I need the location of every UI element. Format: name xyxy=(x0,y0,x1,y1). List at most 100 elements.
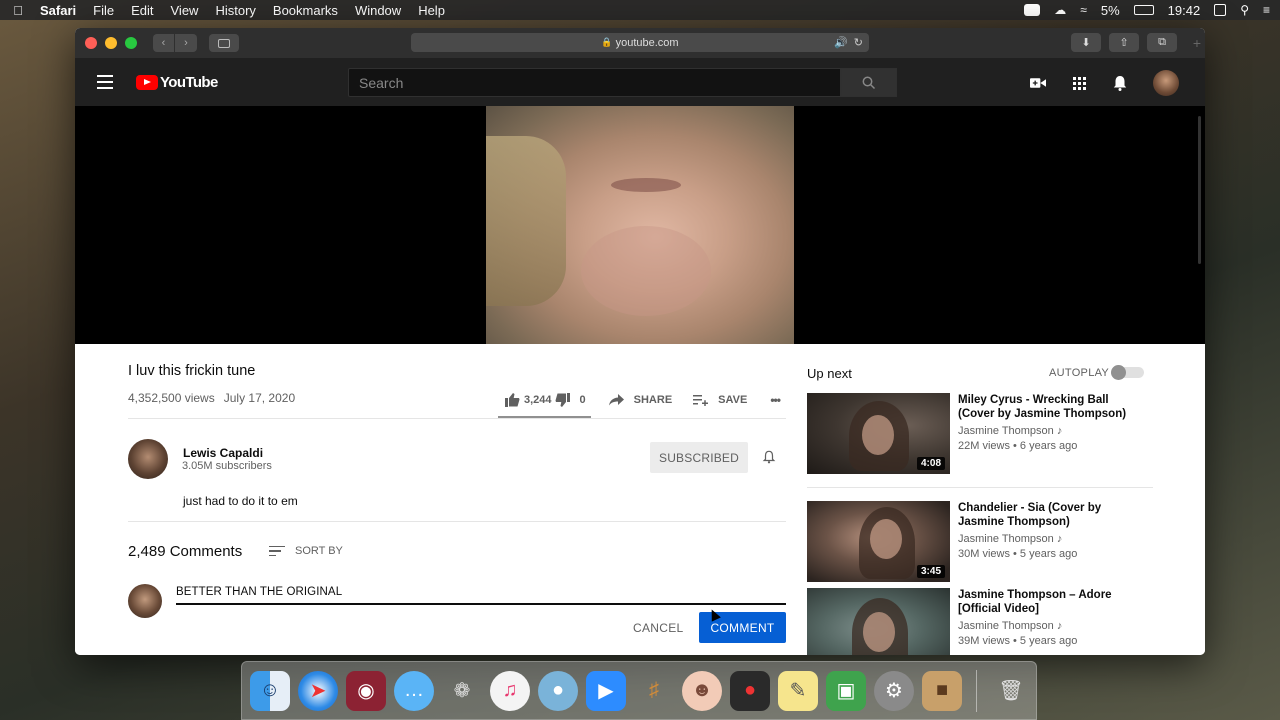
video-title: I luv this frickin tune xyxy=(128,363,256,379)
youtube-logo-text: YouTube xyxy=(160,73,218,91)
apple-menu-icon[interactable]:  xyxy=(10,3,26,18)
forward-button[interactable]: › xyxy=(175,34,197,52)
cancel-button[interactable]: CANCEL xyxy=(633,621,683,635)
menu-file[interactable]: File xyxy=(93,3,114,18)
tabs-overview-button[interactable]: ⧉ xyxy=(1147,33,1177,52)
face-icon[interactable]: ☻ xyxy=(682,670,722,711)
menu-edit[interactable]: Edit xyxy=(131,3,153,18)
sidebar-toggle-button[interactable] xyxy=(209,34,239,52)
channel-name[interactable]: Lewis Capaldi xyxy=(183,446,263,460)
preview-icon[interactable]: ▣ xyxy=(826,670,866,711)
lock-icon: 🔒 xyxy=(601,37,613,47)
menubar-status-area: ☁ ≈ 5% 19:42 ⚲ ≡ xyxy=(1024,3,1270,18)
recommendation-title[interactable]: Chandelier - Sia (Cover by Jasmine Thomp… xyxy=(958,501,1138,529)
battery-percent[interactable]: 5% xyxy=(1101,3,1120,18)
recommendation-channel: Jasmine Thompson ♪ xyxy=(958,620,1063,632)
sort-icon xyxy=(269,545,285,557)
share-button[interactable]: SHARE xyxy=(608,394,672,406)
sort-by-button[interactable]: SORT BY xyxy=(269,545,343,557)
downloads-button[interactable]: ⬇ xyxy=(1071,33,1101,52)
video-thumbnail[interactable]: 4:08 xyxy=(807,393,950,474)
recommendation-title[interactable]: Jasmine Thompson – Adore [Official Video… xyxy=(958,588,1138,616)
audio-playing-icon[interactable]: 🔊 xyxy=(834,36,848,49)
spotlight-icon[interactable]: ⚲ xyxy=(1240,3,1249,17)
recommendation-title[interactable]: Miley Cyrus - Wrecking Ball (Cover by Ja… xyxy=(958,393,1138,421)
tree-icon[interactable]: ❁ xyxy=(442,671,482,711)
history-navigation: ‹ › xyxy=(153,34,197,52)
calendar-icon[interactable] xyxy=(1214,4,1227,16)
creative-cloud-icon[interactable]: ☁ xyxy=(1054,3,1066,17)
video-frame[interactable] xyxy=(486,106,794,344)
watch-content: I luv this frickin tune 4,352,500 views … xyxy=(75,344,1205,655)
fullscreen-window-button[interactable] xyxy=(125,37,137,49)
system-preferences-icon[interactable]: ⚙ xyxy=(874,670,914,711)
dislike-count: 0 xyxy=(579,394,586,406)
stickies-icon[interactable]: ✎ xyxy=(778,670,818,711)
guide-menu-icon[interactable] xyxy=(97,75,113,89)
subscribed-button[interactable]: SUBSCRIBED xyxy=(650,442,748,473)
video-thumbnail[interactable] xyxy=(807,588,950,655)
address-bar[interactable]: 🔒 youtube.com 🔊 ↻ xyxy=(411,33,869,52)
create-video-icon[interactable] xyxy=(1030,75,1046,91)
search-icon xyxy=(862,76,876,89)
reload-icon[interactable]: ↻ xyxy=(854,36,863,49)
battery-icon[interactable] xyxy=(1133,5,1154,15)
account-avatar[interactable] xyxy=(1153,70,1179,96)
sequel-icon[interactable]: ● xyxy=(538,670,578,711)
zoom-status-icon[interactable] xyxy=(1024,4,1041,16)
notifications-bell-icon[interactable] xyxy=(1112,75,1128,91)
search-input[interactable]: Search xyxy=(348,68,841,97)
upload-date: July 17, 2020 xyxy=(223,391,296,405)
share-sheet-button[interactable]: ⇧ xyxy=(1109,33,1139,52)
photo-booth-icon[interactable]: ◉ xyxy=(346,670,386,711)
voice-memos-icon[interactable]: ● xyxy=(730,670,770,711)
safari-icon[interactable]: ➤ xyxy=(298,670,338,711)
finder-icon[interactable]: ☺ xyxy=(250,670,290,711)
page-scrollbar[interactable] xyxy=(1198,116,1201,264)
menu-app[interactable]: Safari xyxy=(40,3,76,18)
notification-center-icon[interactable]: ≡ xyxy=(1263,3,1270,17)
menu-view[interactable]: View xyxy=(171,3,199,18)
menu-window[interactable]: Window xyxy=(355,3,401,18)
wifi-icon[interactable]: ≈ xyxy=(1080,3,1087,17)
divider xyxy=(128,418,786,419)
menu-bookmarks[interactable]: Bookmarks xyxy=(273,3,338,18)
comment-input[interactable]: BETTER THAN THE ORIGINAL xyxy=(176,583,786,605)
recommendation-stats: 22M views • 6 years ago xyxy=(958,440,1078,452)
autoplay-label: AUTOPLAY xyxy=(1049,367,1110,379)
recommendation-item[interactable]: Jasmine Thompson – Adore [Official Video… xyxy=(807,588,1153,655)
recommendation-item[interactable]: 4:08 Miley Cyrus - Wrecking Ball (Cover … xyxy=(807,393,1153,475)
trash-icon[interactable]: 🗑 xyxy=(991,671,1031,711)
messages-icon[interactable]: … xyxy=(394,670,434,711)
music-icon[interactable]: ♫ xyxy=(490,670,530,711)
video-thumbnail[interactable]: 3:45 xyxy=(807,501,950,582)
music-note-icon: ♪ xyxy=(1056,425,1063,437)
share-icon xyxy=(608,394,624,406)
back-button[interactable]: ‹ xyxy=(153,34,175,52)
menu-history[interactable]: History xyxy=(215,3,255,18)
youtube-logo[interactable]: YouTube xyxy=(136,74,218,91)
channel-avatar[interactable] xyxy=(128,439,168,479)
like-button[interactable]: 3,244 xyxy=(505,393,552,407)
clock[interactable]: 19:42 xyxy=(1168,3,1201,18)
masthead-actions xyxy=(1030,70,1179,96)
menu-help[interactable]: Help xyxy=(418,3,445,18)
browser-toolbar: ‹ › 🔒 youtube.com 🔊 ↻ ⬇ ⇧ ⧉ + xyxy=(75,28,1205,58)
video-player[interactable] xyxy=(75,106,1205,344)
new-tab-button[interactable]: + xyxy=(1193,35,1201,51)
dislike-button[interactable]: 0 xyxy=(555,393,586,407)
toolbar-right: ⬇ ⇧ ⧉ xyxy=(1071,33,1177,52)
search-button[interactable] xyxy=(841,68,897,97)
recommendation-item[interactable]: 3:45 Chandelier - Sia (Cover by Jasmine … xyxy=(807,501,1153,583)
safari-window: ‹ › 🔒 youtube.com 🔊 ↻ ⬇ ⇧ ⧉ + YouTube Se… xyxy=(75,28,1205,655)
apps-grid-icon[interactable] xyxy=(1071,75,1087,91)
autoplay-toggle[interactable] xyxy=(1111,365,1144,380)
notification-bell-icon[interactable] xyxy=(762,450,776,464)
garageband-icon[interactable]: ♯ xyxy=(634,671,674,711)
more-actions-button[interactable]: ••• xyxy=(770,393,781,407)
minimize-window-button[interactable] xyxy=(105,37,117,49)
contacts-icon[interactable]: ■ xyxy=(922,670,962,711)
save-button[interactable]: SAVE xyxy=(693,394,747,406)
zoom-icon[interactable]: ▶ xyxy=(586,670,626,711)
close-window-button[interactable] xyxy=(85,37,97,49)
